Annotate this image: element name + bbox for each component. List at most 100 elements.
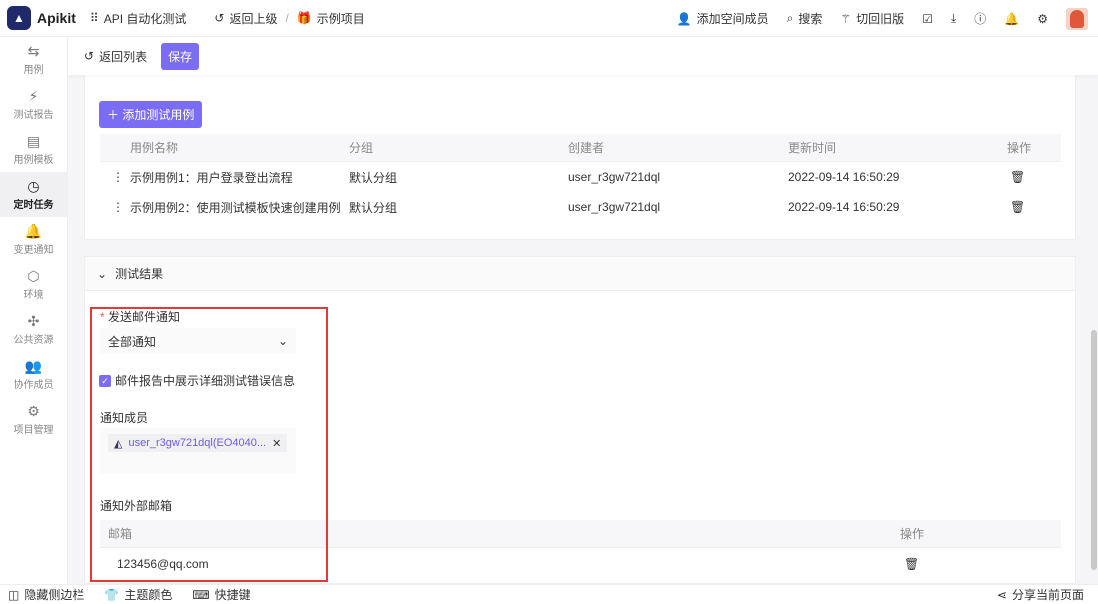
top-bar: ▲ Apikit ⠿ API 自动化测试 ↺ 返回上级 / 🎁 示例项目 👤 添加空间成员…	[0, 0, 1098, 37]
sidebar-icon: ◫	[8, 587, 20, 602]
case-creator: user_r3gw721dql	[568, 200, 661, 214]
sidebar-label: 测试报告	[13, 109, 54, 121]
bell-icon[interactable]: 🔔	[1004, 12, 1019, 26]
magic-wand-icon: ⚚	[840, 11, 852, 26]
table-row[interactable]: ⋮ 示例用例2：使用测试模板快速创建用例 默认分组 user_r3gw721dq…	[100, 192, 1061, 222]
sidebar: ⇆ 用例 ⚡ 测试报告 ▤ 用例模板 ◷ 定时任务 🔔 变更通知 ⬡ 环境 ✣ 公共资源 👥 协…	[0, 37, 68, 584]
column-header: 创建者	[568, 141, 605, 155]
logo-icon: ▲	[7, 6, 31, 30]
cases-icon: ⇆	[27, 42, 40, 59]
sidebar-item-reports[interactable]: ⚡ 测试报告	[0, 82, 67, 127]
users-icon: 👥	[24, 357, 43, 374]
back-to-list-button[interactable]: ↺ 返回列表	[84, 48, 147, 65]
template-icon: ▤	[26, 132, 41, 149]
sidebar-label: 用例	[23, 64, 44, 76]
share-icon: ⋖	[996, 587, 1007, 602]
case-updated: 2022-09-14 16:50:29	[788, 200, 900, 214]
cube-icon: ⬡	[27, 267, 40, 284]
report-icon: ⚡	[28, 87, 39, 104]
toolbar: ↺ 返回列表 保存	[68, 37, 1098, 75]
section-title: 测试结果	[115, 267, 164, 281]
add-member-button[interactable]: 👤 添加空间成员	[677, 10, 769, 27]
hide-sidebar-label: 隐藏侧边栏	[24, 588, 85, 602]
plus-icon: ＋	[107, 108, 123, 122]
calendar-icon[interactable]: ☑	[922, 12, 933, 26]
save-button[interactable]: 保存	[161, 42, 200, 70]
sidebar-label: 定时任务	[13, 199, 54, 211]
shortcuts-button[interactable]: ⌨ 快捷键	[192, 586, 250, 603]
search-button[interactable]: ⌕ 搜索	[787, 10, 823, 27]
undo-icon: ↺	[84, 49, 95, 63]
breadcrumb-separator: /	[285, 11, 289, 25]
search-icon: ⌕	[786, 11, 794, 25]
trash-icon[interactable]: 🗑	[904, 557, 919, 571]
shortcuts-label: 快捷键	[214, 588, 251, 602]
case-name[interactable]: 示例用例1：用户登录登出流程	[130, 169, 293, 186]
sidebar-item-project-settings[interactable]: ⚙ 项目管理	[0, 397, 67, 442]
sidebar-item-members[interactable]: 👥 协作成员	[0, 352, 67, 397]
add-user-icon: 👤	[676, 11, 692, 26]
app-logo[interactable]: ▲ Apikit	[7, 6, 76, 30]
old-version-button[interactable]: ⚚ 切回旧版	[840, 10, 904, 27]
old-version-label: 切回旧版	[856, 12, 905, 26]
project-breadcrumb[interactable]: 🎁 示例项目	[297, 10, 365, 27]
add-test-case-button[interactable]: ＋ 添加测试用例	[99, 101, 203, 128]
sidebar-item-notifications[interactable]: 🔔 变更通知	[0, 217, 67, 262]
case-creator: user_r3gw721dql	[568, 170, 661, 184]
puzzle-icon: ✣	[27, 312, 40, 329]
column-header: 分组	[349, 141, 374, 155]
sidebar-item-resources[interactable]: ✣ 公共资源	[0, 307, 67, 352]
drag-handle-icon[interactable]: ⋮	[112, 170, 124, 184]
grid-icon: ⠿	[89, 11, 99, 25]
column-header: 操作	[1007, 141, 1032, 155]
clock-icon: ◷	[27, 177, 40, 194]
download-icon[interactable]: ⤓	[951, 11, 956, 26]
sidebar-label: 环境	[23, 289, 44, 301]
sidebar-label: 变更通知	[13, 244, 54, 256]
gear-icon[interactable]: ⚙	[1037, 12, 1048, 26]
module-switcher[interactable]: ⠿ API 自动化测试	[90, 10, 186, 27]
drag-handle-icon[interactable]: ⋮	[112, 200, 124, 214]
trash-icon[interactable]: 🗑	[1010, 170, 1025, 184]
test-result-header[interactable]: ⌄ 测试结果	[85, 257, 1075, 291]
back-up-link[interactable]: ↺ 返回上级	[214, 10, 277, 27]
hide-sidebar-button[interactable]: ◫ 隐藏侧边栏	[8, 586, 84, 603]
help-icon[interactable]: ⓘ	[974, 10, 986, 27]
sidebar-item-templates[interactable]: ▤ 用例模板	[0, 127, 67, 172]
test-cases-table: 用例名称 分组 创建者 更新时间 操作 ⋮ 示例用例1：用户登录登出流程 默认分…	[100, 134, 1061, 222]
sidebar-label: 协作成员	[13, 379, 54, 391]
sidebar-item-environment[interactable]: ⬡ 环境	[0, 262, 67, 307]
chevron-down-icon: ⌄	[97, 266, 108, 281]
column-header: 更新时间	[788, 141, 837, 155]
table-row[interactable]: ⋮ 示例用例1：用户登录登出流程 默认分组 user_r3gw721dql 20…	[100, 162, 1061, 192]
add-member-label: 添加空间成员	[696, 12, 769, 26]
sidebar-item-cases[interactable]: ⇆ 用例	[0, 37, 67, 82]
theme-button[interactable]: 👕 主题颜色	[104, 586, 172, 603]
sidebar-item-scheduled-tasks[interactable]: ◷ 定时任务	[0, 172, 67, 217]
keyboard-icon: ⌨	[192, 587, 210, 602]
trash-icon[interactable]: 🗑	[1010, 200, 1025, 214]
case-name[interactable]: 示例用例2：使用测试模板快速创建用例	[130, 199, 341, 216]
undo-icon: ↺	[214, 11, 225, 25]
add-test-case-label: 添加测试用例	[122, 108, 195, 122]
case-group: 默认分组	[349, 200, 398, 215]
share-label: 分享当前页面	[1011, 588, 1084, 602]
sidebar-label: 用例模板	[13, 154, 54, 166]
scrollbar[interactable]	[1091, 330, 1097, 570]
gift-icon: 🎁	[296, 11, 312, 25]
case-updated: 2022-09-14 16:50:29	[788, 170, 900, 184]
avatar[interactable]	[1066, 7, 1088, 30]
column-header: 操作	[900, 527, 925, 541]
table-header: 用例名称 分组 创建者 更新时间 操作	[100, 134, 1061, 162]
search-label: 搜索	[798, 12, 823, 26]
highlight-box	[90, 307, 328, 582]
sidebar-label: 公共资源	[13, 334, 54, 346]
column-header: 用例名称	[130, 141, 179, 155]
project-name: 示例项目	[316, 11, 365, 26]
gear-icon: ⚙	[27, 402, 40, 419]
module-name: API 自动化测试	[103, 11, 187, 26]
footer-bar: ◫ 隐藏侧边栏 👕 主题颜色 ⌨ 快捷键 ⋖ 分享当前页面	[0, 584, 1098, 604]
shirt-icon: 👕	[104, 587, 120, 602]
share-page-button[interactable]: ⋖ 分享当前页面	[997, 586, 1084, 603]
back-up-label: 返回上级	[229, 11, 278, 26]
